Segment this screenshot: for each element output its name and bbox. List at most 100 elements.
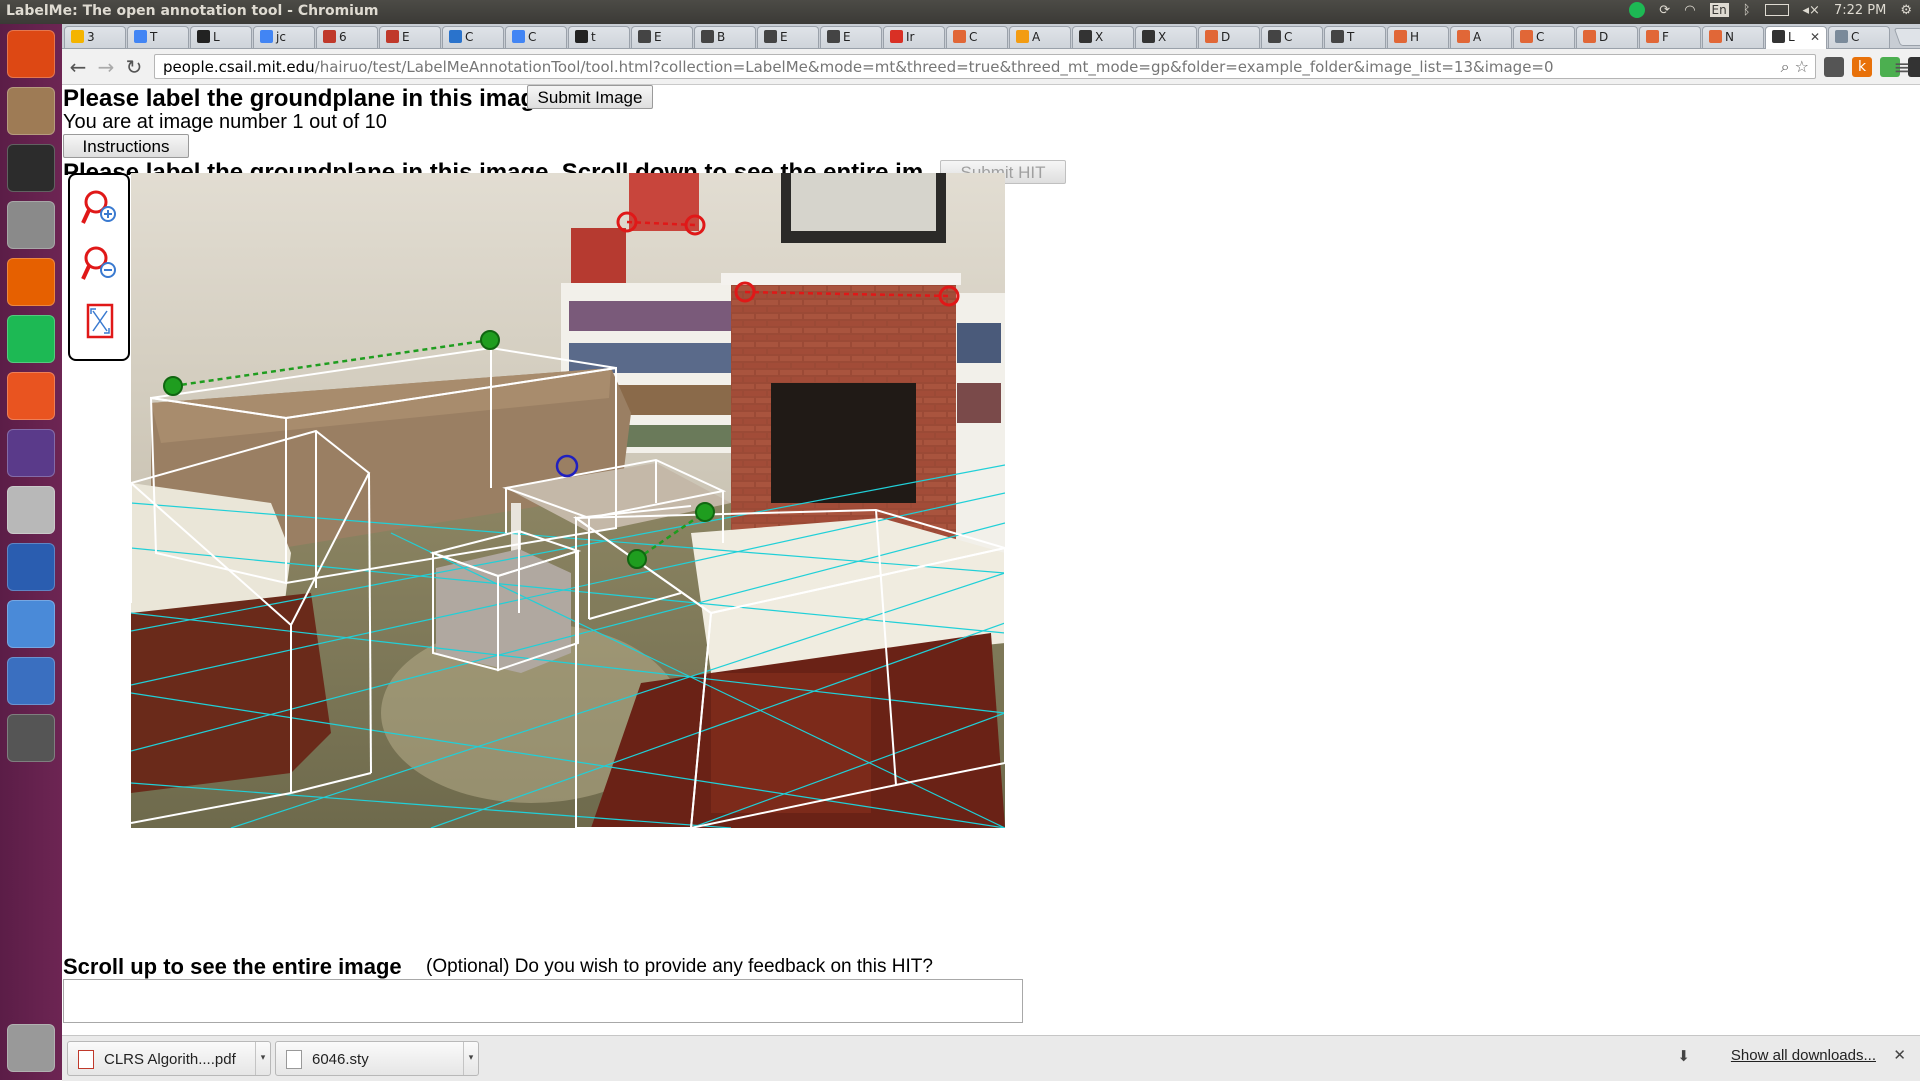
software-center-icon[interactable] xyxy=(7,372,55,420)
labelme-icon xyxy=(1772,30,1785,43)
tab[interactable]: D xyxy=(1198,26,1260,48)
gear-icon[interactable]: ⚙ xyxy=(1900,3,1912,18)
matlab-icon xyxy=(1520,30,1533,43)
tab[interactable]: C xyxy=(505,26,567,48)
circle-app-icon[interactable] xyxy=(7,429,55,477)
sync-icon[interactable]: ⟳ xyxy=(1659,3,1670,18)
system-tray: ⟳ ◠ En ᛒ ◂× 7:22 PM ⚙ xyxy=(1629,2,1912,18)
new-tab-button[interactable] xyxy=(1893,28,1920,46)
handle-green-4[interactable] xyxy=(627,549,647,569)
close-tab-icon[interactable]: ✕ xyxy=(1810,30,1820,44)
tab[interactable]: E xyxy=(820,26,882,48)
zoom-in-icon[interactable] xyxy=(80,187,120,227)
firefox-icon[interactable] xyxy=(7,258,55,306)
tab[interactable]: C xyxy=(442,26,504,48)
tab-label: N xyxy=(1725,30,1734,44)
fit-to-screen-icon[interactable] xyxy=(80,301,120,341)
tab[interactable]: T xyxy=(127,26,189,48)
battery-icon[interactable] xyxy=(1764,4,1789,16)
tab-label: E xyxy=(843,30,851,44)
feedback-textarea[interactable] xyxy=(63,979,1023,1023)
back-button[interactable]: ← xyxy=(66,55,90,79)
tab[interactable]: F xyxy=(1639,26,1701,48)
wifi-icon[interactable]: ◠ xyxy=(1684,3,1695,18)
menu-icon[interactable]: ≡ xyxy=(1890,55,1914,79)
handle-green-2[interactable] xyxy=(480,330,500,350)
tab[interactable]: C xyxy=(1513,26,1575,48)
browser-toolbar: ← → ↻ people.csail.mit.edu/hairuo/test/L… xyxy=(62,49,1920,85)
tab[interactable]: H xyxy=(1387,26,1449,48)
annotation-canvas[interactable] xyxy=(131,173,1005,828)
tab[interactable]: t xyxy=(568,26,630,48)
tab-label: C xyxy=(969,30,978,44)
tab[interactable]: jc xyxy=(253,26,315,48)
chromium-icon[interactable] xyxy=(7,600,55,648)
pen-icon[interactable] xyxy=(7,543,55,591)
chevron-down-icon[interactable]: ▾ xyxy=(463,1042,478,1075)
terminal-icon[interactable] xyxy=(7,144,55,192)
tab[interactable]: E xyxy=(379,26,441,48)
mantel xyxy=(721,273,961,285)
tab-label: F xyxy=(1662,30,1669,44)
tab[interactable]: E xyxy=(757,26,819,48)
star-icon[interactable]: ☆ xyxy=(1795,57,1809,76)
tab[interactable]: 6 xyxy=(316,26,378,48)
update-icon[interactable] xyxy=(7,714,55,762)
page-content: Please label the groundplane in this ima… xyxy=(62,85,1920,1035)
tab[interactable]: C xyxy=(946,26,1008,48)
download-shelf: CLRS Algorith....pdf ▾ 6046.sty ▾ ⬇ Show… xyxy=(62,1035,1920,1081)
tab[interactable]: T xyxy=(1324,26,1386,48)
tab[interactable]: B xyxy=(694,26,756,48)
puzzle-icon[interactable] xyxy=(1824,57,1844,77)
download-item[interactable]: CLRS Algorith....pdf ▾ xyxy=(67,1041,271,1076)
picture-frame-2 xyxy=(571,228,626,283)
tab[interactable]: A xyxy=(1450,26,1512,48)
zoom-out-icon[interactable] xyxy=(80,243,120,283)
submit-image-button[interactable]: Submit Image xyxy=(527,85,653,109)
matlab-icon xyxy=(1709,30,1722,43)
tab-label: C xyxy=(528,30,537,44)
tab[interactable]: X xyxy=(1072,26,1134,48)
k-icon[interactable]: k xyxy=(1852,57,1872,77)
bluetooth-icon[interactable]: ᛒ xyxy=(1743,3,1751,18)
tab[interactable]: L ✕ xyxy=(1765,26,1827,49)
ubuntu-icon[interactable] xyxy=(7,30,55,78)
address-path: /hairuo/test/LabelMeAnnotationTool/tool.… xyxy=(314,58,1554,76)
tab[interactable]: D xyxy=(1576,26,1638,48)
tab-label: A xyxy=(1032,30,1041,44)
tab-label: L xyxy=(1788,30,1795,44)
clock[interactable]: 7:22 PM xyxy=(1834,3,1886,18)
files-icon[interactable] xyxy=(7,87,55,135)
forward-button[interactable]: → xyxy=(94,55,118,79)
close-icon[interactable]: ✕ xyxy=(1893,1046,1906,1064)
keyboard-indicator[interactable]: En xyxy=(1709,3,1729,17)
handle-green-1[interactable] xyxy=(163,376,183,396)
handle-green-3[interactable] xyxy=(695,502,715,522)
spotify-icon[interactable] xyxy=(7,315,55,363)
mirror-glass xyxy=(791,173,936,231)
show-all-downloads-link[interactable]: Show all downloads... xyxy=(1731,1047,1876,1064)
tab[interactable]: 3 xyxy=(64,26,126,48)
tab[interactable]: L xyxy=(190,26,252,48)
tab[interactable]: C xyxy=(1828,26,1890,48)
tab[interactable]: E xyxy=(631,26,693,48)
drive-icon[interactable] xyxy=(7,486,55,534)
volume-icon[interactable]: ◂× xyxy=(1803,3,1820,18)
tab[interactable]: Ir xyxy=(883,26,945,48)
tab[interactable]: N xyxy=(1702,26,1764,48)
settings-icon[interactable] xyxy=(7,201,55,249)
search-icon[interactable]: ⌕ xyxy=(1781,57,1790,76)
download-item[interactable]: 6046.sty ▾ xyxy=(275,1041,479,1076)
trash-icon[interactable] xyxy=(7,1024,55,1072)
tab-label: E xyxy=(402,30,410,44)
instructions-button[interactable]: Instructions xyxy=(63,134,189,158)
tab[interactable]: X xyxy=(1135,26,1197,48)
address-bar[interactable]: people.csail.mit.edu/hairuo/test/LabelMe… xyxy=(154,54,1816,79)
reload-button[interactable]: ↻ xyxy=(122,55,146,79)
shotwell-icon[interactable] xyxy=(7,657,55,705)
gmail-icon xyxy=(890,30,903,43)
tab[interactable]: C xyxy=(1261,26,1323,48)
tab[interactable]: A xyxy=(1009,26,1071,48)
spotify-tray-icon[interactable] xyxy=(1629,2,1646,18)
chevron-down-icon[interactable]: ▾ xyxy=(255,1042,270,1075)
